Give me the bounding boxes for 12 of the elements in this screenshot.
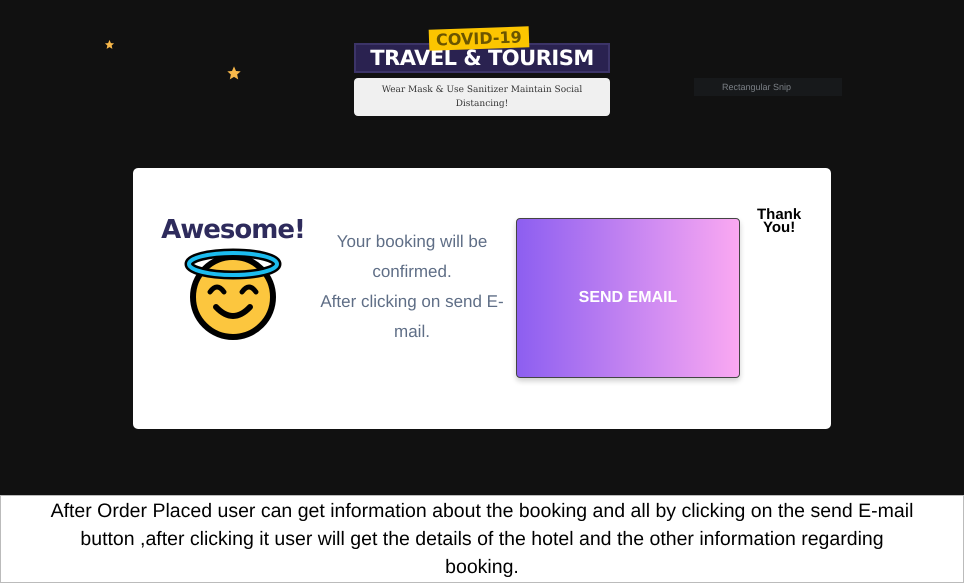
send-email-button[interactable]: SEND EMAIL <box>516 218 740 378</box>
caption-text: After Order Placed user can get information about the booking and all by clicking on the send E-mail button ,after clicking it user will get the details of the hotel and the other information regarding booking. <box>0 495 964 583</box>
thank-you-text: Thank <box>757 208 802 221</box>
star-icon <box>104 39 115 50</box>
card-heading: Awesome! <box>161 215 305 245</box>
smiling-face-with-halo-icon <box>183 247 283 341</box>
snip-label: Rectangular Snip <box>694 78 842 96</box>
thank-you-text: You! <box>762 221 796 234</box>
booking-message: After clicking on send E-mail. <box>319 291 505 343</box>
star-icon <box>226 65 242 81</box>
booking-message: Your booking will be confirmed. <box>336 231 488 283</box>
tooltip: Wear Mask & Use Sanitizer Maintain Social Distancing! <box>354 78 610 116</box>
